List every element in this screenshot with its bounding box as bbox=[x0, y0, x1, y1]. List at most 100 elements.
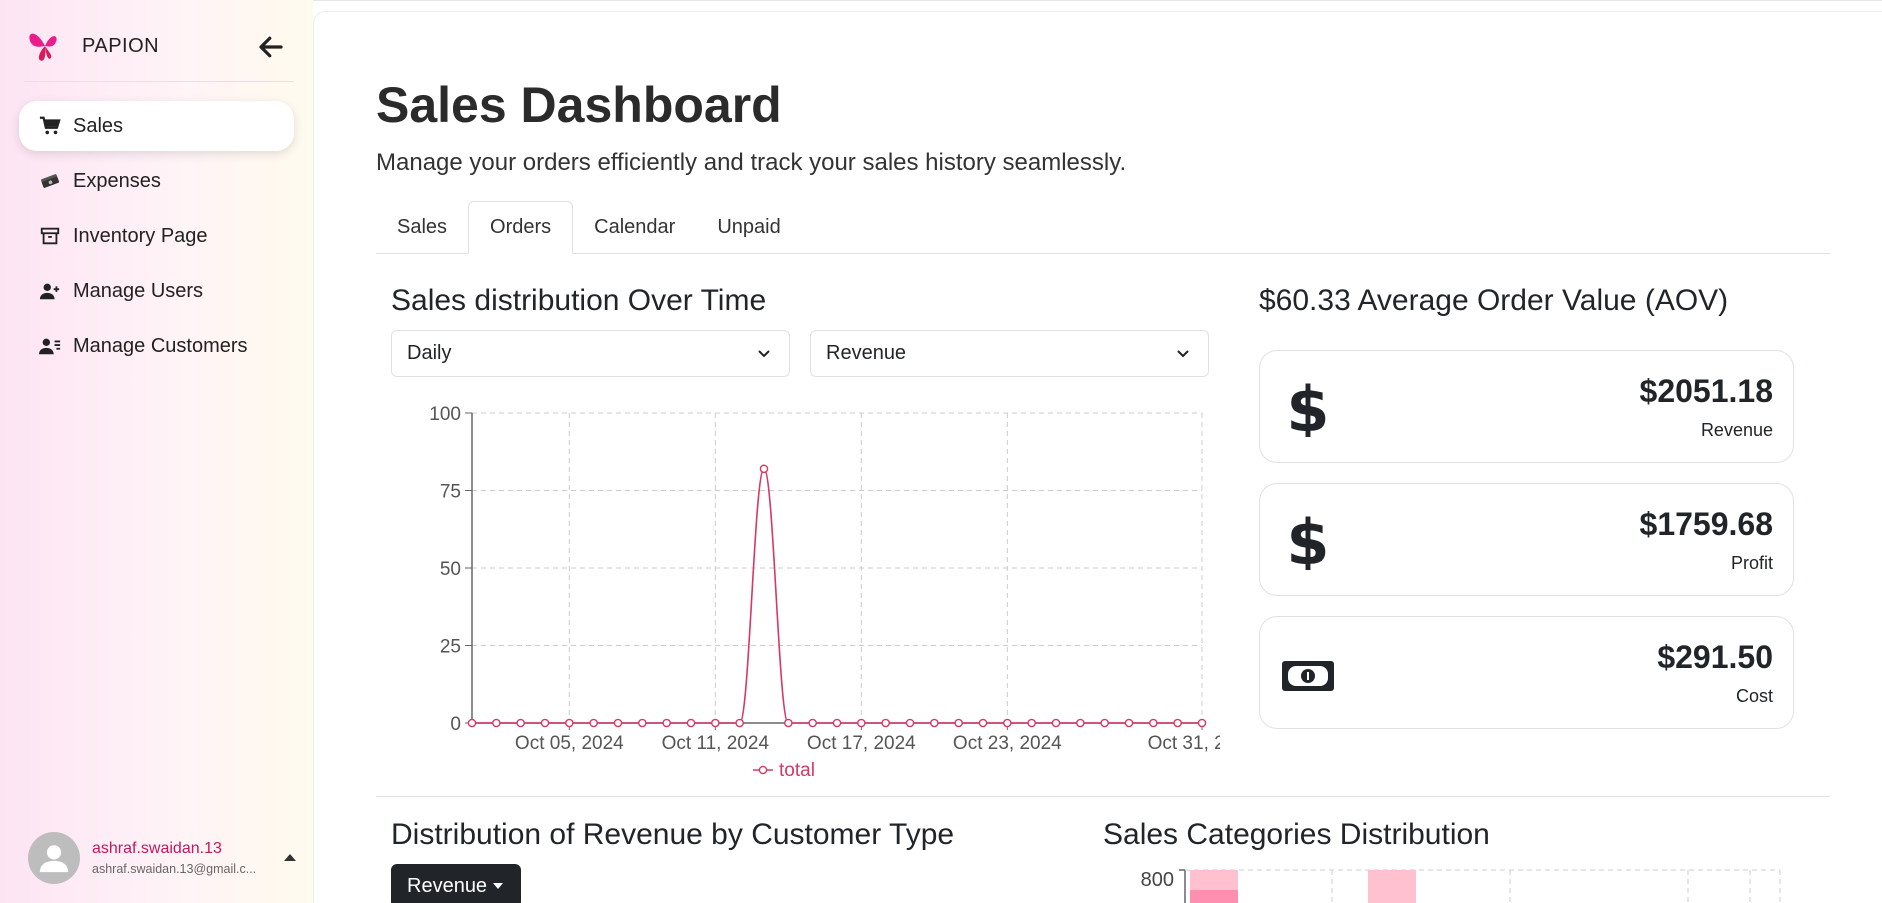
data-point bbox=[638, 718, 647, 728]
revenue-dropdown-label: Revenue bbox=[407, 874, 488, 897]
archive-icon bbox=[39, 225, 61, 247]
tab-calendar[interactable]: Calendar bbox=[573, 201, 696, 254]
data-point bbox=[540, 718, 550, 728]
brand[interactable]: PAPION bbox=[24, 24, 286, 68]
data-point bbox=[1197, 718, 1207, 728]
y-tick-label: 0 bbox=[450, 714, 461, 735]
data-point bbox=[1076, 718, 1085, 728]
caret-up-icon[interactable] bbox=[284, 854, 296, 861]
sidebar-item-manage-users[interactable]: Manage Users bbox=[19, 266, 294, 316]
user-icon bbox=[39, 845, 69, 873]
categories-title: Sales Categories Distribution bbox=[1103, 818, 1490, 851]
legend-label-total: total bbox=[779, 760, 815, 781]
money-stack-icon bbox=[39, 170, 61, 192]
tab-bar: Sales Orders Calendar Unpaid bbox=[376, 201, 1830, 254]
data-point bbox=[565, 718, 574, 728]
user-list-icon bbox=[39, 335, 61, 357]
profit-value: $1759.68 bbox=[1639, 506, 1773, 542]
data-point bbox=[832, 718, 842, 728]
period-select-value: Daily bbox=[407, 342, 452, 364]
legend-marker bbox=[758, 765, 768, 775]
revenue-card: $ $2051.18 Revenue bbox=[1259, 350, 1794, 463]
data-point bbox=[1051, 718, 1061, 728]
arrow-left-icon[interactable] bbox=[256, 32, 286, 62]
cost-value: $291.50 bbox=[1657, 639, 1773, 675]
metric-select[interactable]: Revenue bbox=[810, 330, 1209, 377]
caret-down-icon bbox=[493, 883, 504, 889]
tab-orders[interactable]: Orders bbox=[468, 201, 574, 254]
data-point bbox=[516, 718, 525, 728]
sidebar-item-label: Expenses bbox=[73, 169, 161, 192]
data-point bbox=[759, 464, 769, 474]
user-name: ashraf.swaidan.13 bbox=[92, 840, 222, 857]
sidebar-item-label: Manage Customers bbox=[73, 334, 248, 357]
aov-title: $60.33 Average Order Value (AOV) bbox=[1259, 284, 1729, 317]
tab-sales[interactable]: Sales bbox=[376, 201, 468, 254]
tab-unpaid[interactable]: Unpaid bbox=[696, 201, 801, 254]
y-tick-label: 25 bbox=[440, 637, 461, 658]
data-point bbox=[492, 718, 501, 728]
customer-type-title: Distribution of Revenue by Customer Type bbox=[391, 818, 955, 851]
distribution-title: Sales distribution Over Time bbox=[391, 284, 767, 317]
sidebar-divider bbox=[24, 81, 294, 82]
data-point bbox=[857, 718, 866, 728]
x-tick-label: Oct 05, 2024 bbox=[515, 733, 624, 754]
revenue-value: $2051.18 bbox=[1639, 373, 1773, 409]
sidebar-item-sales[interactable]: Sales bbox=[19, 101, 294, 151]
page-subtitle: Manage your orders efficiently and track… bbox=[376, 149, 1127, 176]
cost-card: $291.50 Cost bbox=[1259, 616, 1794, 729]
sidebar-nav: Sales Expenses Inventory Page Manage Use… bbox=[19, 101, 294, 376]
sales-line-chart: 0 25 50 75 100 Oct 05, 2024 Oct 11, 2024 Oct 17… bbox=[429, 404, 1220, 781]
categories-bar-chart: 800 bbox=[1141, 869, 1781, 903]
user-profile[interactable]: ashraf.swaidan.13 ashraf.swaidan.13@gmai… bbox=[28, 832, 298, 884]
y-tick-label: 100 bbox=[429, 404, 461, 425]
series-line-total bbox=[472, 467, 1202, 724]
user-plus-icon bbox=[39, 280, 61, 302]
data-point bbox=[613, 718, 623, 728]
data-point bbox=[662, 718, 671, 728]
data-point bbox=[1149, 718, 1158, 728]
revenue-label: Revenue bbox=[1700, 420, 1773, 440]
profit-card: $ $1759.68 Profit bbox=[1259, 483, 1794, 596]
data-point bbox=[1003, 718, 1012, 728]
avatar bbox=[28, 832, 80, 884]
brand-name: PAPION bbox=[82, 34, 160, 57]
user-email: ashraf.swaidan.13@gmail.c... bbox=[92, 862, 257, 876]
cost-label: Cost bbox=[1735, 686, 1773, 706]
data-point bbox=[1027, 718, 1036, 728]
sidebar-item-manage-customers[interactable]: Manage Customers bbox=[19, 321, 294, 371]
chevron-down-icon bbox=[1177, 350, 1189, 358]
dollar-icon: $ bbox=[1286, 512, 1329, 570]
data-point bbox=[954, 718, 963, 728]
data-point bbox=[467, 718, 477, 728]
banknote-icon bbox=[1282, 661, 1334, 691]
sidebar-item-label: Inventory Page bbox=[73, 224, 208, 247]
category-bar-segment bbox=[1190, 890, 1238, 903]
x-tick-label: Oct 31, 2024 bbox=[1148, 733, 1220, 754]
cart-icon bbox=[39, 115, 61, 137]
svg-text:$: $ bbox=[1286, 512, 1329, 570]
data-point bbox=[784, 718, 793, 728]
metric-select-value: Revenue bbox=[826, 342, 907, 364]
data-point bbox=[589, 718, 598, 728]
sidebar-item-inventory[interactable]: Inventory Page bbox=[19, 211, 294, 261]
svg-text:$: $ bbox=[1286, 379, 1329, 437]
period-select[interactable]: Daily bbox=[391, 330, 790, 377]
dollar-icon: $ bbox=[1286, 379, 1329, 437]
sidebar-item-label: Manage Users bbox=[73, 279, 204, 302]
data-point bbox=[808, 718, 817, 728]
data-point bbox=[1173, 718, 1182, 728]
x-tick-label: Oct 23, 2024 bbox=[953, 733, 1062, 754]
revenue-dropdown-button[interactable]: Revenue bbox=[391, 864, 521, 903]
categories-y-tick-label: 800 bbox=[1141, 869, 1174, 891]
data-point bbox=[686, 718, 696, 728]
data-point bbox=[1124, 718, 1134, 728]
x-tick-label: Oct 11, 2024 bbox=[662, 733, 770, 754]
data-point bbox=[881, 718, 890, 728]
sidebar-item-expenses[interactable]: Expenses bbox=[19, 156, 294, 206]
chevron-down-icon bbox=[758, 350, 770, 358]
data-point bbox=[930, 718, 939, 728]
x-tick-label: Oct 17, 2024 bbox=[807, 733, 916, 754]
section-divider bbox=[376, 796, 1830, 797]
sidebar-item-label: Sales bbox=[73, 114, 124, 137]
